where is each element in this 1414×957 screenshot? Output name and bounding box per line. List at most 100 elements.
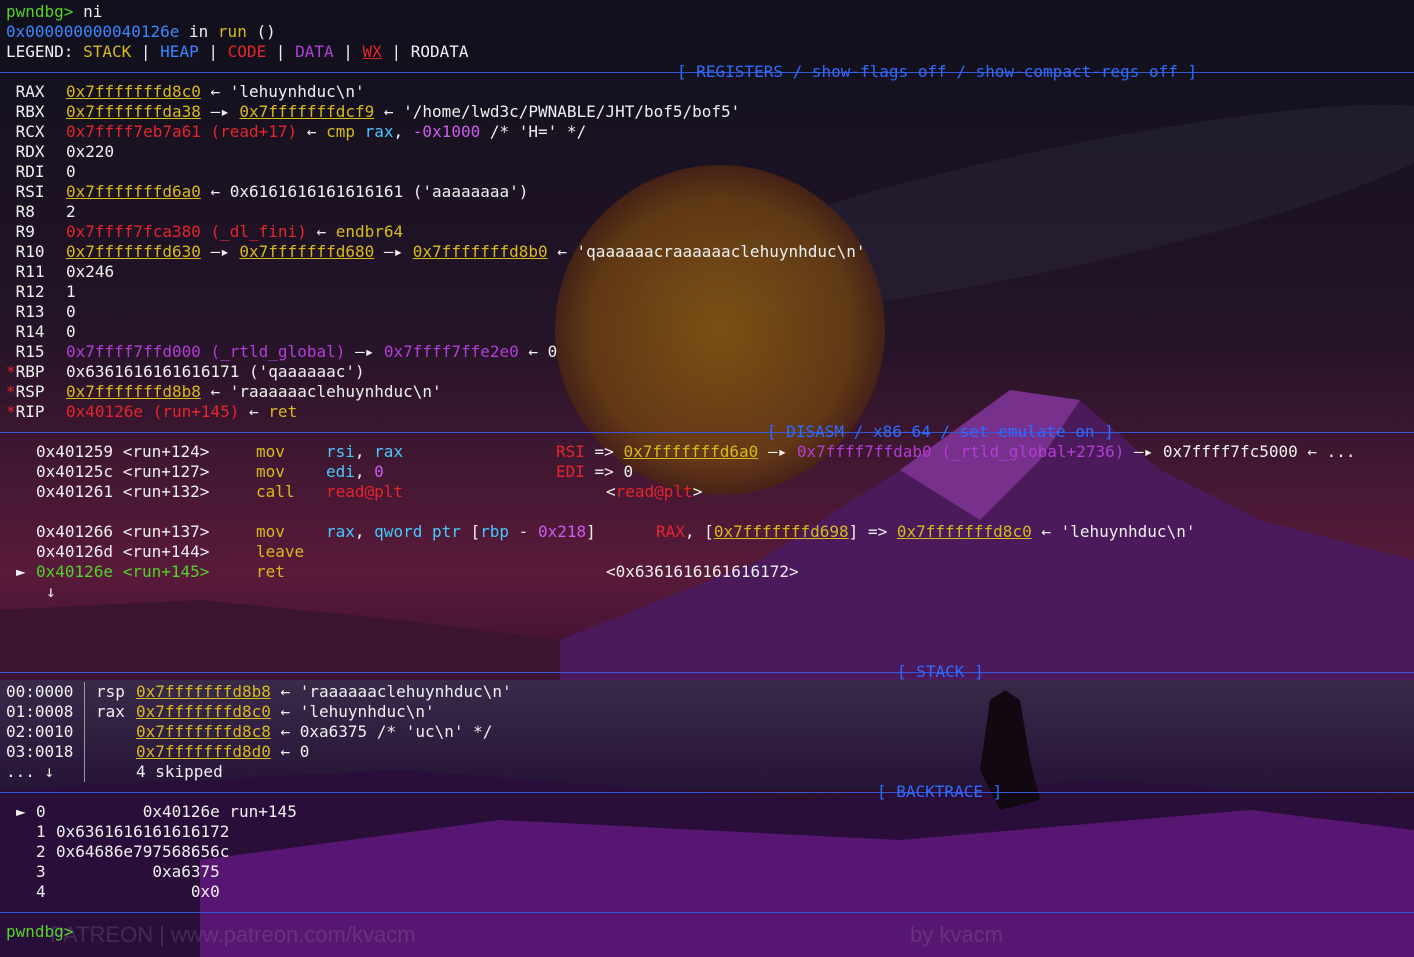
stack-address: 0x7fffffffd8d0 [136,742,271,761]
legend-rodata: RODATA [410,42,469,61]
instruction-mnemonic: call [256,482,295,501]
register-value-part: 0x7ffff7fca380 (_dl_fini) [66,222,307,241]
register-value-part: 0x7fffffffd8b8 [66,382,201,401]
register-value-part: 0x7fffffffd8c0 [66,82,201,101]
instruction-address: 0x401266 <run+137> [36,522,210,541]
register-label: RAX [6,82,45,101]
register-label: RSP [15,382,45,401]
stack-skip-text: 4 skipped [136,762,223,781]
prompt: pwndbg> [6,2,74,21]
register-name: R12 [6,282,45,302]
stack-offset: 02:0010 [6,722,74,741]
operand-part: , [354,462,375,481]
frame-address: 0x0 [56,882,220,901]
comment-part: —▸ [758,442,797,461]
stack-entry: 0x7fffffffd8c8 ← 0xa6375 /* 'uc\n' */ [136,722,492,742]
register-label: R14 [6,322,45,341]
register-value-part: —▸ [345,342,384,361]
register-value-part: ← 'raaaaaaclehuynhduc\n' [200,382,442,401]
register-name: RDI [6,162,45,182]
comment-part: ] => [848,522,897,541]
register-value: 0x7fffffffda38 —▸ 0x7fffffffdcf9 ← '/hom… [66,102,740,122]
command-text: ni [73,2,103,21]
register-name: RCX [6,122,45,142]
register-name: R15 [6,342,45,362]
legend-data: DATA [295,42,334,61]
register-value: 0x7fffffffd8c0 ← 'lehuynhduc\n' [66,82,365,102]
register-value-part: 0x6361616161616171 ('qaaaaaac') [66,362,365,381]
register-value-part: cmp [326,122,365,141]
location-args: () [246,22,276,41]
operand-part: rax [374,442,404,461]
register-value-part: 0 [66,322,76,341]
register-value-part: 0x220 [66,142,115,161]
register-value-part: 0x246 [66,262,115,281]
register-value-part: 0x7fffffffd680 [239,242,375,261]
comment-part: > [692,482,703,501]
operand-part: 0 [374,462,384,481]
frame-marker: ► [16,802,26,821]
register-name: RSI [6,182,45,202]
legend-sep: | [391,42,402,61]
register-value-part: 0x7fffffffd8b0 [412,242,548,261]
register-value-part: 0x7ffff7eb7a61 (read+17) [66,122,298,141]
operand-part: - [509,522,538,541]
register-value-part: ← [306,222,336,241]
register-value-part: endbr64 [335,222,404,241]
instruction-comment: RAX, [0x7fffffffd698] => 0x7fffffffd8c0 … [656,522,1195,542]
register-value-part: -0x1000 [412,122,481,141]
instruction-comment: <0x6361616161616172> [606,562,799,582]
register-value: 0x220 [66,142,114,162]
register-value: 1 [66,282,76,302]
register-value-part: 0 [66,302,76,321]
register-value-part: —▸ [200,242,240,261]
register-value: 0x7ffff7fca380 (_dl_fini) ← endbr64 [66,222,403,242]
disasm-more-arrow: ↓ [46,582,56,601]
register-name: R14 [6,322,45,342]
changed-marker: * [6,362,16,381]
register-name: RDX [6,142,45,162]
instruction-operands: edi, 0 [326,462,384,482]
register-value: 0x246 [66,262,114,282]
comment-part: 0x7fffffffd8c0 [896,522,1032,541]
legend-wx: WX [362,42,382,61]
instruction-address: 0x40126d <run+144> [36,542,210,561]
operand-part: 0x218 [537,522,587,541]
instruction-mnemonic: mov [256,442,285,461]
comment-part: read@plt [615,482,693,501]
instruction-operands: read@plt [326,482,403,502]
operand-part: , [354,522,375,541]
register-value-part: 0x7fffffffdcf9 [239,102,375,121]
stack-register: rsp [96,682,125,701]
backtrace-header: [ BACKTRACE ] [877,782,1003,801]
comment-part: < [606,482,616,501]
register-value-part: /* 'H=' */ [480,122,587,141]
instruction-address: 0x40126e <run+145> [36,562,210,581]
operand-part: rax [326,522,355,541]
legend-sep: | [140,42,151,61]
stack-skip-offset: ... ↓ [6,762,55,781]
register-label: R9 [6,222,35,241]
stack-address: 0x7fffffffd8b8 [136,682,271,701]
register-value-part: —▸ [374,242,413,261]
register-value: 0x6361616161616171 ('qaaaaaac') [66,362,365,382]
register-name: RAX [6,82,45,102]
register-name: *RIP [6,402,45,422]
register-label: R10 [6,242,45,261]
register-value-part: , [393,122,413,141]
command-line[interactable]: pwndbg> ni [6,2,102,22]
operand-part: qword ptr [374,522,471,541]
disasm-divider [0,432,1414,433]
operand-part: [ [470,522,481,541]
register-value-part: 0x7fffffffd6a0 [66,182,201,201]
stack-divider [0,672,1414,673]
register-value-part: ← [297,122,327,141]
register-value: 0x7ffff7eb7a61 (read+17) ← cmp rax, -0x1… [66,122,586,142]
stack-header: [ STACK ] [897,662,984,681]
instruction-mnemonic: ret [256,562,285,581]
comment-part: ← 'lehuynhduc\n' [1031,522,1196,541]
legend-sep: | [343,42,353,61]
instruction-operands: rsi, rax [326,442,403,462]
register-value: 2 [66,202,76,222]
register-label: RIP [15,402,45,421]
